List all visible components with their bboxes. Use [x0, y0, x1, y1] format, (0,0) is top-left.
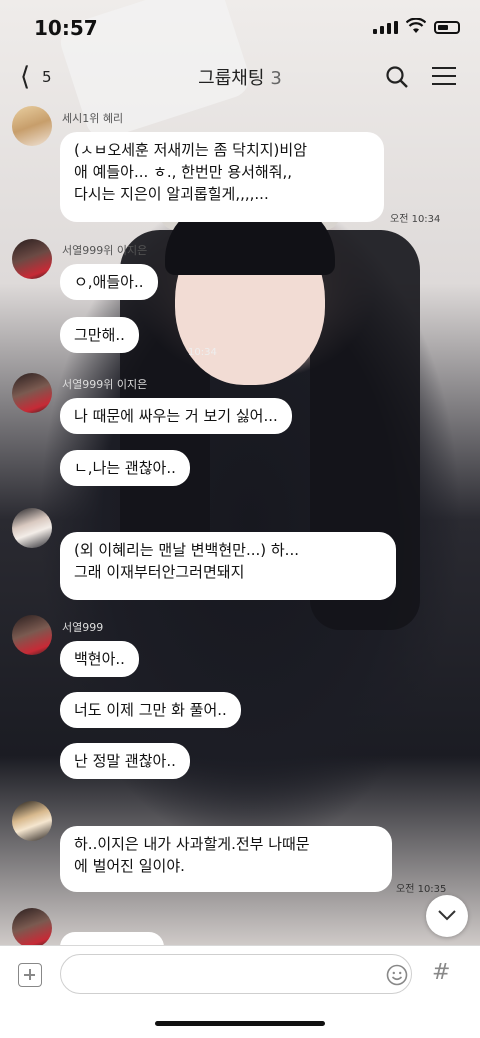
menu-icon[interactable] [432, 67, 456, 85]
sender-name: 서열999위 이지은 [62, 378, 148, 391]
member-count: 3 [270, 68, 282, 89]
sender-name: 세시1위 혜리 [62, 112, 124, 125]
message-bubble[interactable]: (ㅅㅂ오세훈 저새끼는 좀 닥치지)비암 애 예들아... ㅎ., 한번만 용서… [60, 132, 384, 222]
status-bar: 10:57 [0, 0, 480, 56]
message-bubble[interactable]: 나 때문에 싸우는 거 보기 싫어... [60, 398, 292, 434]
message-bubble[interactable]: (외 이혜리는 맨날 변백현만...) 하... 그래 이재부터안그러면돼지 [60, 532, 396, 600]
avatar[interactable] [12, 373, 52, 413]
avatar[interactable] [12, 801, 52, 841]
message-bubble[interactable]: 난 정말 괜찮아.. [60, 743, 190, 779]
emoji-icon[interactable] [386, 964, 408, 986]
battery-icon [434, 21, 460, 34]
scroll-down-button[interactable] [426, 895, 468, 937]
message-bubble[interactable]: ㄴ,나는 괜찮아.. [60, 450, 190, 486]
home-indicator[interactable] [155, 1021, 325, 1026]
message-input-bar: # [0, 945, 480, 1002]
message-timestamp: 10:34 [188, 347, 217, 358]
avatar[interactable] [12, 508, 52, 548]
home-indicator-area [0, 1001, 480, 1038]
avatar[interactable] [12, 239, 52, 279]
chevron-down-icon [438, 910, 456, 921]
search-icon[interactable] [384, 64, 410, 90]
plus-icon[interactable] [18, 963, 42, 987]
message-bubble[interactable]: 백현아.. [60, 641, 139, 677]
message-input[interactable] [60, 954, 412, 994]
avatar[interactable] [12, 106, 52, 146]
message-timestamp: 오전 10:35 [396, 884, 447, 895]
message-bubble[interactable]: ㅇ,애들아.. [60, 264, 158, 300]
sender-name: 서열999위 이지은 [62, 244, 148, 257]
chat-header: ⟨ 5 그룹채팅 3 [0, 56, 480, 100]
chat-title-text: 그룹채팅 [198, 68, 265, 89]
status-time: 10:57 [34, 16, 98, 40]
wifi-icon [406, 18, 426, 33]
sender-name: 서열999 [62, 621, 104, 634]
message-bubble[interactable]: 그만해.. [60, 317, 139, 353]
hash-icon[interactable]: # [432, 960, 450, 985]
cellular-signal-icon [373, 21, 398, 34]
avatar[interactable] [12, 908, 52, 948]
message-timestamp: 오전 10:34 [390, 214, 441, 225]
avatar[interactable] [12, 615, 52, 655]
message-bubble[interactable]: 하..이지은 내가 사과할게.전부 나때문 에 벌어진 일이야. [60, 826, 392, 892]
message-bubble[interactable]: 너도 이제 그만 화 풀어.. [60, 692, 241, 728]
